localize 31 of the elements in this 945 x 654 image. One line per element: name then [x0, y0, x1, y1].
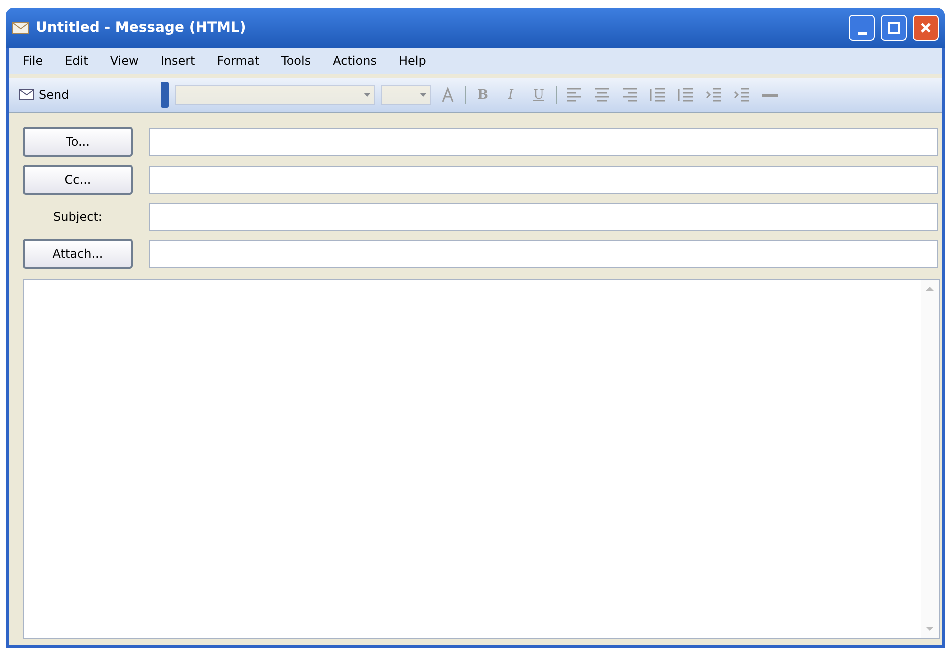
field-label: Subject:	[52, 210, 104, 224]
send-button[interactable]: Send	[15, 86, 155, 104]
menu-item[interactable]: Format	[217, 54, 260, 68]
close-button[interactable]	[913, 15, 939, 41]
toolbar-grip[interactable]	[161, 82, 169, 108]
scroll-down-icon	[926, 626, 934, 632]
input-field[interactable]	[149, 128, 938, 156]
window-title: Untitled - Message (HTML)	[36, 20, 248, 36]
menu-item[interactable]: View	[110, 54, 139, 68]
menu-item[interactable]: Edit	[65, 54, 88, 68]
scroll-up-icon	[926, 286, 934, 292]
maximize-icon	[888, 22, 900, 34]
caret-icon	[420, 92, 427, 98]
scroll-bar[interactable]	[921, 280, 939, 638]
menu-item[interactable]: File	[23, 54, 44, 68]
menu-item[interactable]: Actions	[333, 54, 377, 68]
maximize-button[interactable]	[881, 15, 907, 41]
address-button[interactable]: Attach...	[23, 239, 133, 269]
address-button[interactable]: To...	[23, 127, 133, 157]
input-field[interactable]	[149, 203, 938, 231]
menu-item[interactable]: Insert	[160, 54, 196, 68]
menu-item[interactable]: Help	[398, 54, 426, 68]
envelope-icon	[19, 89, 35, 101]
input-field[interactable]	[149, 166, 938, 194]
close-icon	[920, 22, 932, 34]
address-button[interactable]: Cc...	[23, 165, 133, 195]
caret-icon	[364, 92, 371, 98]
input-field[interactable]	[149, 240, 938, 268]
minimize-icon	[858, 32, 866, 34]
minimize-button[interactable]	[849, 15, 875, 41]
menu-item[interactable]: Tools	[282, 54, 312, 68]
